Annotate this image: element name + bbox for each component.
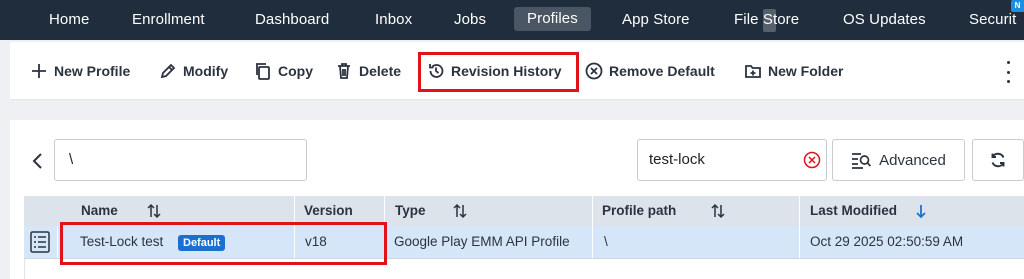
trash-icon	[338, 63, 350, 79]
nav-dashboard[interactable]: Dashboard	[255, 0, 329, 40]
row-divider	[799, 226, 800, 258]
profile-type: Google Play EMM API Profile	[394, 234, 570, 249]
nav-inbox[interactable]: Inbox	[375, 0, 412, 40]
nav-app-store[interactable]: App Store	[622, 0, 690, 40]
column-name[interactable]: Name	[81, 196, 118, 226]
advanced-filter-icon	[852, 153, 872, 169]
copy-icon	[256, 63, 270, 80]
table-header: Name Version Type Profile path Last Modi…	[24, 196, 1024, 226]
delete-button[interactable]: Delete	[335, 42, 401, 100]
nav-home[interactable]: Home	[49, 0, 89, 40]
folder-path-input[interactable]: \	[54, 139, 307, 181]
refresh-button[interactable]	[972, 139, 1024, 181]
history-icon	[429, 64, 444, 78]
row-divider-line	[24, 258, 1024, 259]
sort-type-icon[interactable]	[453, 203, 467, 219]
copy-button[interactable]: Copy	[254, 42, 313, 100]
sort-descending-icon[interactable]	[914, 203, 928, 219]
clear-search-icon[interactable]	[803, 151, 821, 169]
profile-name: Test-Lock test	[80, 234, 164, 249]
search-input[interactable]: test-lock	[637, 139, 827, 181]
profile-list-icon	[29, 230, 51, 254]
modify-label: Modify	[183, 63, 229, 79]
nav-profiles[interactable]: Profiles	[514, 7, 591, 31]
notification-badge: N	[1011, 0, 1024, 12]
row-divider	[384, 226, 385, 258]
top-navigation: Home Enrollment Dashboard Inbox Jobs Pro…	[0, 0, 1024, 40]
back-button[interactable]	[31, 150, 47, 172]
column-last-modified[interactable]: Last Modified	[810, 196, 897, 226]
modify-button[interactable]: Modify	[159, 42, 228, 100]
more-options-icon[interactable]	[1003, 61, 1013, 83]
column-profile-path[interactable]: Profile path	[602, 196, 676, 226]
new-folder-button[interactable]: New Folder	[744, 42, 843, 100]
column-type[interactable]: Type	[395, 196, 426, 226]
copy-label: Copy	[278, 63, 313, 79]
new-folder-icon	[745, 65, 761, 78]
pencil-icon	[160, 63, 176, 79]
profile-path: \	[604, 234, 608, 249]
revision-history-label: Revision History	[451, 63, 562, 79]
column-version[interactable]: Version	[304, 196, 353, 226]
remove-default-button[interactable]: Remove Default	[585, 42, 715, 100]
column-divider	[799, 196, 800, 226]
refresh-icon	[991, 152, 1005, 168]
new-profile-button[interactable]: New Profile	[30, 42, 130, 100]
row-divider	[24, 259, 25, 279]
profiles-toolbar: New Profile Modify Copy Delete Revision …	[10, 42, 1024, 100]
advanced-label: Advanced	[879, 151, 946, 169]
plus-icon	[32, 64, 46, 78]
row-divider	[592, 226, 593, 258]
nav-file-store[interactable]: File Store	[734, 0, 799, 40]
nav-security[interactable]: Securit	[969, 0, 1016, 40]
default-badge: Default	[178, 235, 226, 251]
sort-name-icon[interactable]	[147, 203, 161, 219]
delete-label: Delete	[359, 63, 402, 79]
profiles-panel: \ test-lock Advanced Name Version Type P…	[10, 120, 1024, 279]
nav-jobs[interactable]: Jobs	[454, 0, 486, 40]
nav-os-updates[interactable]: OS Updates	[843, 0, 926, 40]
advanced-search-button[interactable]: Advanced	[832, 139, 965, 181]
nav-enrollment[interactable]: Enrollment	[132, 0, 205, 40]
revision-history-button[interactable]: Revision History	[427, 42, 561, 100]
row-divider	[294, 226, 295, 258]
profile-last-modified: Oct 29 2025 02:50:59 AM	[810, 234, 964, 249]
column-divider	[294, 196, 295, 226]
row-divider	[57, 226, 58, 258]
sort-profile-path-icon[interactable]	[711, 203, 725, 219]
column-divider	[384, 196, 385, 226]
new-folder-label: New Folder	[768, 63, 844, 79]
new-profile-label: New Profile	[54, 63, 131, 79]
profile-version: v18	[305, 234, 327, 249]
table-row[interactable]: Test-Lock test Default v18 Google Play E…	[24, 226, 1024, 258]
column-divider	[592, 196, 593, 226]
remove-default-label: Remove Default	[609, 63, 715, 79]
remove-circle-icon	[585, 62, 603, 80]
chevron-left-icon	[32, 153, 42, 169]
